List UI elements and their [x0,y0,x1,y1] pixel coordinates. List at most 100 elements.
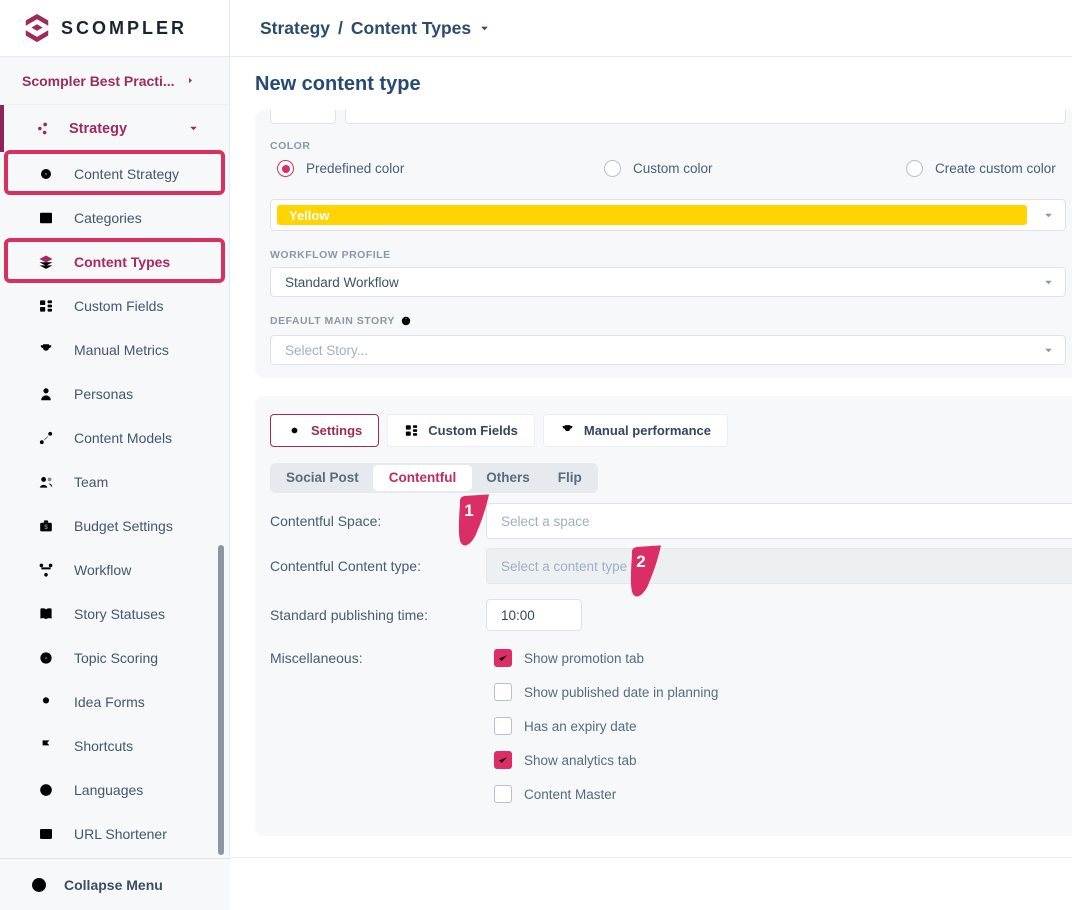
workspace-switcher[interactable]: Scompler Best Practi... [0,57,229,105]
brand-name: SCOMPLER [61,18,187,39]
sidebar-item-team[interactable]: Team [0,460,229,504]
sidebar: SCOMPLER Scompler Best Practi... Strateg… [0,0,230,910]
sidebar-scrollbar[interactable] [218,545,224,855]
sidebar-item-label: Content Types [74,254,170,270]
color-select[interactable]: Yellow [270,199,1066,231]
sidebar-item-content-types[interactable]: Content Types [0,240,229,284]
breadcrumb-parent[interactable]: Strategy [260,18,330,39]
sidebar-item-shortcuts[interactable]: Shortcuts [0,724,229,768]
sidebar-item-personas[interactable]: Personas [0,372,229,416]
checkbox-show-analytics-tab[interactable]: Show analytics tab [494,750,718,770]
checkbox-label: Show promotion tab [524,651,644,666]
subtab-flip[interactable]: Flip [544,465,596,491]
workflow-profile-select[interactable]: Standard Workflow [270,267,1066,297]
checkbox-content-master[interactable]: Content Master [494,784,718,804]
workspace-label: Scompler Best Practi... [22,73,175,89]
sidebar-item-label: Personas [74,386,133,402]
info-icon[interactable] [400,315,412,327]
checked-checkbox-icon [494,751,512,769]
checkbox-show-published-date-in-planning[interactable]: Show published date in planning [494,682,718,702]
breadcrumb-separator: / [338,18,343,39]
radio-predefined-color[interactable]: Predefined color [277,160,404,177]
sidebar-item-label: Categories [74,210,142,226]
sidebar-item-topic-scoring[interactable]: Topic Scoring [0,636,229,680]
target-icon [38,166,54,182]
tab-button-manual-performance[interactable]: Manual performance [543,414,728,447]
book-icon [38,606,54,622]
sidebar-item-content-models[interactable]: Content Models [0,416,229,460]
checkbox-has-an-expiry-date[interactable]: Has an expiry date [494,716,718,736]
sidebar-item-idea-forms[interactable]: Idea Forms [0,680,229,724]
sidebar-item-story-statuses[interactable]: Story Statuses [0,592,229,636]
default-main-story-text: DEFAULT MAIN STORY [270,315,395,327]
main-story-select[interactable]: Select Story... [270,335,1066,365]
publish-time-label: Standard publishing time: [270,599,428,631]
sidebar-item-content-strategy[interactable]: Content Strategy [0,152,229,196]
sidebar-item-custom-fields[interactable]: Custom Fields [0,284,229,328]
radio-custom-color[interactable]: Custom color [604,160,713,177]
publish-time-input[interactable]: 10:00 [486,599,582,631]
globe-icon [38,782,54,798]
contentful-content-type-input[interactable]: Select a content type [486,548,1072,584]
sidebar-item-label: Manual Metrics [74,342,169,358]
sidebar-item-languages[interactable]: Languages [0,768,229,812]
nodes-icon [38,430,54,446]
checkbox-show-promotion-tab[interactable]: Show promotion tab [494,648,718,668]
contentful-space-input[interactable]: Select a space [486,503,1072,539]
sidebar-item-label: Budget Settings [74,518,173,534]
topbar: Strategy / Content Types [230,0,1072,57]
sidebar-item-budget-settings[interactable]: Budget Settings [0,504,229,548]
sidebar-nav: Content Strategy Categories Content Types C… [0,152,229,856]
sidebar-section-strategy[interactable]: Strategy [0,105,229,152]
partial-input-wide[interactable] [345,110,1066,124]
sidebar-item-workflow[interactable]: Workflow [0,548,229,592]
sidebar-item-label: URL Shortener [74,826,167,842]
subtab-contentful[interactable]: Contentful [373,465,472,491]
sidebar-item-manual-metrics[interactable]: Manual Metrics [0,328,229,372]
chevron-down-icon [1043,345,1054,356]
table-icon [38,210,54,226]
sidebar-item-label: Topic Scoring [74,650,158,666]
check-icon [497,652,509,664]
checkbox-label: Show analytics tab [524,753,637,768]
radio-label: Predefined color [306,161,404,176]
gauge-icon [38,650,54,666]
color-radio-group: Predefined color Custom color Create custo… [255,160,1072,182]
workflow-profile-value: Standard Workflow [285,275,399,290]
sidebar-item-categories[interactable]: Categories [0,196,229,240]
sidebar-item-label: Workflow [74,562,131,578]
footer-divider [230,857,1072,858]
people-icon [38,474,54,490]
radio-circle-icon [277,160,294,177]
subtab-social-post[interactable]: Social Post [272,465,373,491]
subtab-others[interactable]: Others [472,465,544,491]
sidebar-item-label: Idea Forms [74,694,145,710]
arrow-left-circle-icon [30,876,48,894]
sidebar-item-url-shortener[interactable]: URL Shortener [0,812,229,856]
contentful-space-label: Contentful Space: [270,503,381,539]
color-select-value: Yellow [277,205,1027,225]
color-section-label: COLOR [270,140,310,152]
checked-checkbox-icon [494,649,512,667]
tab-button-label: Settings [311,423,362,438]
contentful-content-type-label: Contentful Content type: [270,548,421,584]
tab-button-label: Custom Fields [428,423,518,438]
sidebar-item-label: Custom Fields [74,298,163,314]
titlebar: New content type [230,58,1072,110]
sidebar-item-label: Shortcuts [74,738,133,754]
tab-button-custom-fields[interactable]: Custom Fields [387,414,535,447]
partial-input-small[interactable] [270,110,336,124]
radio-create-custom-color[interactable]: Create custom color [906,160,1056,177]
checkbox-label: Show published date in planning [524,685,718,700]
collapse-menu-button[interactable]: Collapse Menu [0,858,230,910]
miscellaneous-label: Miscellaneous: [270,648,363,668]
breadcrumb-caret-icon[interactable] [479,23,490,34]
publish-time-value: 10:00 [501,608,535,623]
sidebar-item-label: Story Statuses [74,606,165,622]
section-label: Strategy [69,121,127,137]
contentful-space-placeholder: Select a space [501,514,590,529]
tab-button-settings[interactable]: Settings [270,414,379,447]
chevron-down-icon [188,123,199,134]
checkbox-label: Has an expiry date [524,719,637,734]
breadcrumb-current[interactable]: Content Types [351,18,471,39]
